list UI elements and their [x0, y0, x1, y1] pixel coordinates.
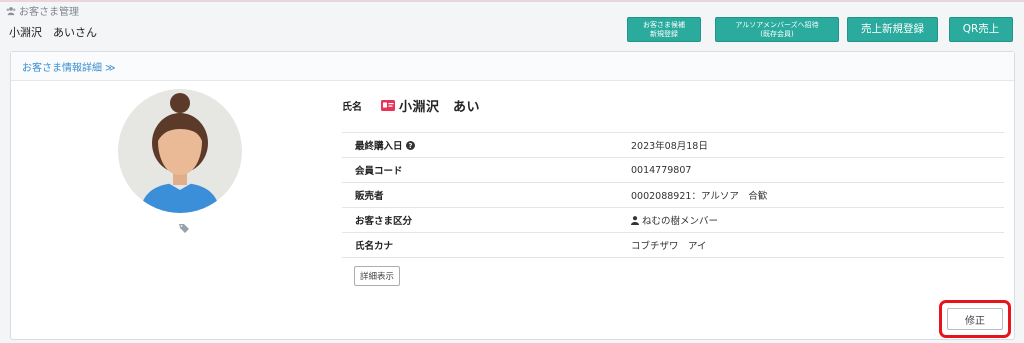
- name-row: 氏名 小淵沢 あい: [342, 96, 480, 115]
- candidate-register-button[interactable]: お客さま候補 新規登録: [627, 17, 701, 42]
- seller-value: 0002088921：アルソア 合歓: [631, 191, 768, 202]
- member-code-label: 会員コード: [355, 166, 403, 177]
- customer-category-value-wrap: ねむの樹メンバー: [631, 213, 718, 227]
- info-row-name-kana: 氏名カナ コブチザワ アイ: [342, 232, 1004, 258]
- edit-button[interactable]: 修正: [947, 308, 1003, 330]
- qr-sale-button[interactable]: QR売上: [949, 17, 1013, 42]
- svg-text:?: ?: [408, 142, 412, 150]
- info-table: 最終購入日 ? 2023年08月18日 会員コード 0014779807 販売者…: [342, 132, 1004, 258]
- new-sale-button[interactable]: 売上新規登録: [847, 17, 938, 42]
- customer-category-value: ねむの樹メンバー: [642, 216, 719, 227]
- info-row-last-purchase: 最終購入日 ? 2023年08月18日: [342, 132, 1004, 157]
- info-row-member-code: 会員コード 0014779807: [342, 157, 1004, 182]
- info-label: 最終購入日 ?: [355, 138, 415, 152]
- name-kana-label: 氏名カナ: [355, 241, 394, 252]
- seller-label: 販売者: [355, 191, 384, 202]
- breadcrumb-label: お客さま管理: [19, 7, 79, 18]
- info-row-seller: 販売者 0002088921：アルソア 合歓: [342, 182, 1004, 207]
- customer-category-label: お客さま区分: [355, 216, 413, 227]
- top-accent-line: [0, 0, 1024, 2]
- panel-header: お客さま情報詳細 ≫: [11, 52, 1014, 81]
- edit-highlight-box: 修正: [939, 300, 1011, 338]
- name-label: 氏名: [342, 102, 362, 113]
- last-purchase-value: 2023年08月18日: [631, 141, 708, 152]
- person-icon: [631, 215, 639, 225]
- tags-icon[interactable]: [178, 222, 190, 234]
- panel-title-toggle[interactable]: お客さま情報詳細 ≫: [22, 59, 116, 74]
- breadcrumb[interactable]: お客さま管理: [6, 3, 79, 18]
- name-value: 小淵沢 あい: [399, 100, 481, 115]
- avatar: [118, 89, 242, 213]
- info-row-customer-category: お客さま区分 ねむの樹メンバー: [342, 207, 1004, 232]
- candidate-register-label-line1: お客さま候補: [643, 21, 685, 30]
- help-icon[interactable]: ?: [405, 140, 415, 150]
- invite-member-button[interactable]: アルソアメンバーズへ招待 (既存会員): [715, 17, 839, 42]
- member-code-value: 0014779807: [631, 164, 692, 176]
- invite-member-label-line2: (既存会員): [760, 29, 794, 38]
- id-card-icon: [381, 100, 395, 111]
- show-details-button[interactable]: 詳細表示: [354, 266, 401, 286]
- last-purchase-label: 最終購入日: [355, 141, 403, 152]
- candidate-register-label-line2: 新規登録: [650, 29, 678, 38]
- invite-member-label-line1: アルソアメンバーズへ招待: [735, 21, 819, 30]
- name-kana-value: コブチザワ アイ: [631, 241, 707, 252]
- customer-name-heading: 小淵沢 あいさん: [9, 26, 97, 39]
- users-icon: [6, 6, 16, 15]
- customer-detail-panel: お客さま情報詳細 ≫ 氏名 小淵沢 あい 最終購入日 ? 2023年08月18日…: [10, 51, 1015, 340]
